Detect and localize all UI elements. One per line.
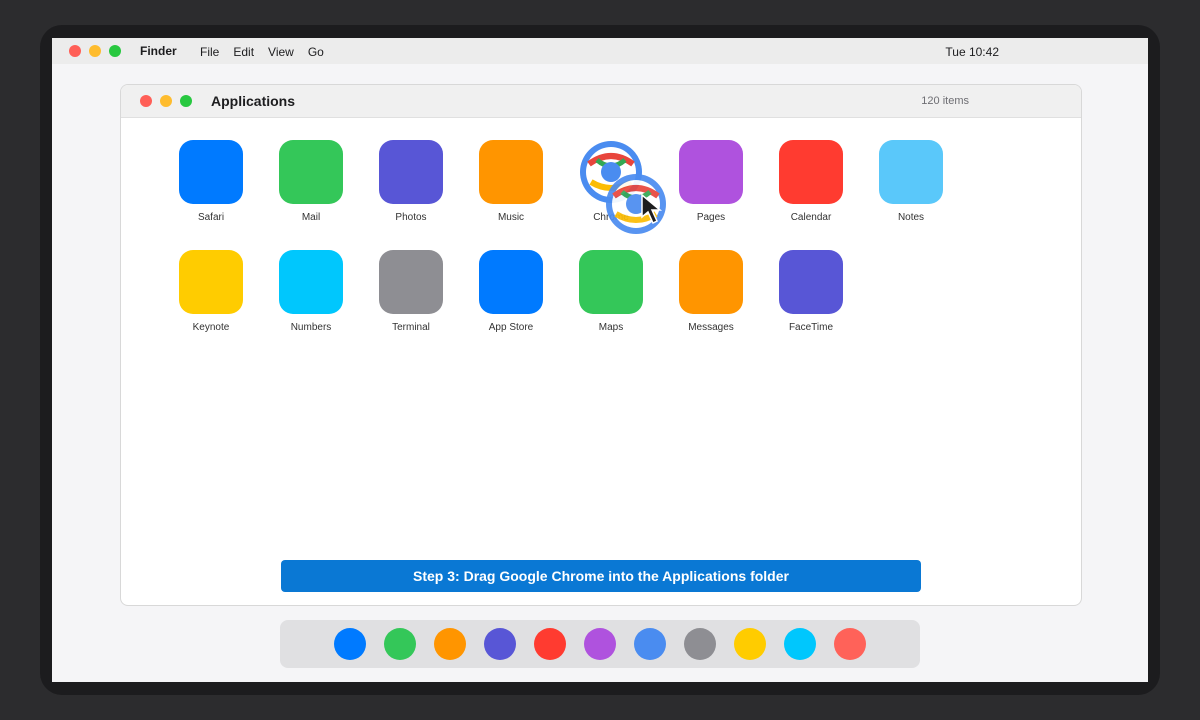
- dock-app-icon[interactable]: [634, 628, 666, 660]
- app-icon[interactable]: [279, 250, 343, 314]
- app-label: FaceTime: [788, 322, 834, 333]
- window-traffic-lights: [140, 95, 192, 107]
- screen: Finder File Edit View Go Tue 10:42 Appli…: [52, 38, 1148, 682]
- app-label: Calendar: [790, 212, 832, 223]
- app-label: Maps: [598, 322, 624, 333]
- dock-app-icon[interactable]: [484, 628, 516, 660]
- menu-view[interactable]: View: [268, 45, 294, 59]
- applications-window: Applications 120 items Safari Mail Photos M…: [120, 84, 1082, 606]
- app-item[interactable]: Mail: [261, 140, 361, 232]
- dock-app-icon[interactable]: [534, 628, 566, 660]
- window-titlebar: Applications 120 items: [121, 85, 1081, 118]
- dock: [280, 620, 920, 668]
- app-item[interactable]: Calendar: [761, 140, 861, 232]
- app-label: App Store: [488, 322, 534, 333]
- close-dot[interactable]: [69, 45, 81, 57]
- app-item[interactable]: Terminal: [361, 250, 461, 342]
- menu-items: File Edit View Go: [200, 45, 324, 59]
- mouse-cursor-icon: [641, 193, 663, 225]
- app-item[interactable]: FaceTime: [761, 250, 861, 342]
- dock-app-icon[interactable]: [834, 628, 866, 660]
- app-name[interactable]: Finder: [140, 44, 177, 58]
- app-label: Keynote: [192, 322, 230, 333]
- app-icon[interactable]: [479, 140, 543, 204]
- app-item[interactable]: Keynote: [161, 250, 261, 342]
- dock-app-icon[interactable]: [384, 628, 416, 660]
- window-title: Applications: [211, 93, 296, 109]
- app-label: Safari: [197, 212, 225, 223]
- app-item[interactable]: Photos: [361, 140, 461, 232]
- window-close-button[interactable]: [140, 95, 152, 107]
- app-icon[interactable]: [479, 250, 543, 314]
- zoom-dot[interactable]: [109, 45, 121, 57]
- app-label: Numbers: [290, 322, 332, 333]
- dock-app-icon[interactable]: [684, 628, 716, 660]
- menu-bar: Finder File Edit View Go Tue 10:42: [52, 38, 1148, 64]
- dock-app-icon[interactable]: [584, 628, 616, 660]
- app-item[interactable]: Music: [461, 140, 561, 232]
- menu-edit[interactable]: Edit: [233, 45, 254, 59]
- app-item[interactable]: Messages: [661, 250, 761, 342]
- app-icon[interactable]: [779, 250, 843, 314]
- window-zoom-button[interactable]: [180, 95, 192, 107]
- menubar-clock[interactable]: Tue 10:42: [945, 45, 999, 59]
- app-label: Mail: [301, 212, 321, 223]
- dock-app-icon[interactable]: [784, 628, 816, 660]
- menu-go[interactable]: Go: [308, 45, 324, 59]
- menu-file[interactable]: File: [200, 45, 219, 59]
- app-item[interactable]: Safari: [161, 140, 261, 232]
- app-label: Music: [497, 212, 525, 223]
- app-label: Terminal: [392, 322, 430, 333]
- app-icon[interactable]: [379, 140, 443, 204]
- app-item[interactable]: Maps: [561, 250, 661, 342]
- app-icon[interactable]: [879, 140, 943, 204]
- window-minimize-button[interactable]: [160, 95, 172, 107]
- dock-app-icon[interactable]: [334, 628, 366, 660]
- app-label: Pages: [696, 212, 726, 223]
- app-icon[interactable]: [679, 250, 743, 314]
- app-icon[interactable]: [179, 250, 243, 314]
- menubar-traffic-lights: [69, 45, 121, 57]
- app-icon[interactable]: [179, 140, 243, 204]
- minimize-dot[interactable]: [89, 45, 101, 57]
- app-icon[interactable]: [779, 140, 843, 204]
- app-icon[interactable]: [679, 140, 743, 204]
- app-item[interactable]: Numbers: [261, 250, 361, 342]
- app-label: Notes: [897, 212, 925, 223]
- app-label: Photos: [395, 212, 427, 223]
- app-icon[interactable]: [579, 250, 643, 314]
- instruction-banner: Step 3: Drag Google Chrome into the Appl…: [281, 560, 921, 592]
- dock-app-icon[interactable]: [734, 628, 766, 660]
- app-item[interactable]: App Store: [461, 250, 561, 342]
- app-item[interactable]: Notes: [861, 140, 961, 232]
- item-count: 120 items: [921, 95, 969, 107]
- app-label: Messages: [688, 322, 734, 333]
- app-grid: SafariMailPhotosMusicChromePagesCalendar…: [161, 140, 961, 342]
- app-icon[interactable]: [379, 250, 443, 314]
- dock-app-icon[interactable]: [434, 628, 466, 660]
- app-icon[interactable]: [279, 140, 343, 204]
- app-item[interactable]: Pages: [661, 140, 761, 232]
